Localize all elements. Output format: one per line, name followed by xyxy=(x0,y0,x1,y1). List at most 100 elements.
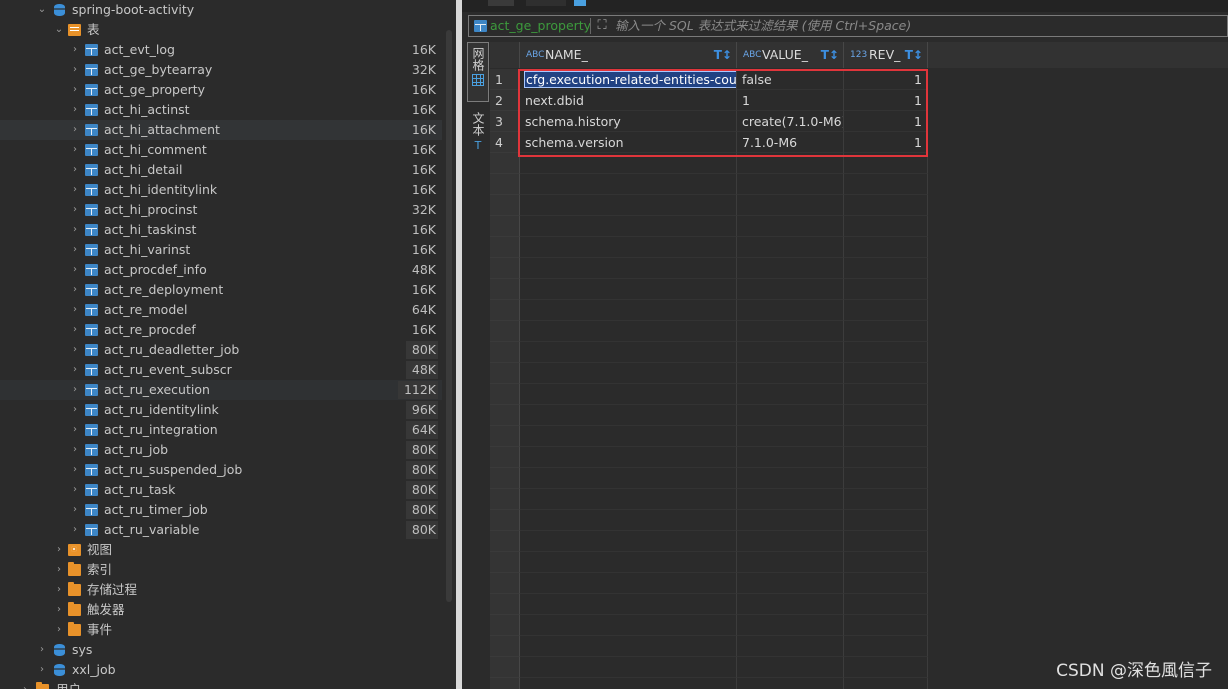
chevron-right-icon[interactable]: › xyxy=(70,380,80,400)
chevron-right-icon[interactable]: › xyxy=(54,620,64,640)
tree-item-table[interactable]: › act_ru_timer_job 80K xyxy=(0,500,442,520)
chevron-right-icon[interactable]: › xyxy=(20,680,30,689)
chevron-right-icon[interactable]: › xyxy=(70,400,80,420)
row-number[interactable]: 3 xyxy=(490,111,520,132)
properties-tab-fragment[interactable] xyxy=(488,0,514,6)
column-filter-sort-icon[interactable]: T↕ xyxy=(714,42,732,68)
cell-rev[interactable]: 1 xyxy=(844,132,928,153)
table-row[interactable]: 3 schema.history create(7.1.0-M6) 1 xyxy=(490,111,1228,132)
chevron-right-icon[interactable]: › xyxy=(70,220,80,240)
chevron-right-icon[interactable]: › xyxy=(54,540,64,560)
row-number[interactable]: 2 xyxy=(490,90,520,111)
chevron-right-icon[interactable]: › xyxy=(70,80,80,100)
tree-item-folder[interactable]: › 索引 xyxy=(0,560,442,580)
chevron-right-icon[interactable]: › xyxy=(70,460,80,480)
row-number[interactable] xyxy=(490,153,520,174)
row-number[interactable] xyxy=(490,594,520,615)
filter-input[interactable]: 输入一个 SQL 表达式来过滤结果 (使用 Ctrl+Space) xyxy=(615,16,911,36)
navigator-scrollbar[interactable] xyxy=(446,30,452,602)
table-row[interactable]: 1 cfg.execution-related-entities-count fal… xyxy=(490,69,1228,90)
chevron-right-icon[interactable]: › xyxy=(37,660,47,680)
row-number[interactable] xyxy=(490,300,520,321)
tree-item-table[interactable]: › act_ru_integration 64K xyxy=(0,420,442,440)
row-number[interactable] xyxy=(490,636,520,657)
row-number[interactable] xyxy=(490,321,520,342)
row-number[interactable]: 1 xyxy=(490,69,520,90)
tree-item-table[interactable]: › act_hi_detail 16K xyxy=(0,160,442,180)
tree-item-table[interactable]: › act_evt_log 16K xyxy=(0,40,442,60)
row-number[interactable] xyxy=(490,405,520,426)
tree-item-table[interactable]: › act_hi_comment 16K xyxy=(0,140,442,160)
chevron-right-icon[interactable]: › xyxy=(70,60,80,80)
row-number[interactable] xyxy=(490,237,520,258)
row-number[interactable] xyxy=(490,174,520,195)
table-row[interactable]: 2 next.dbid 1 1 xyxy=(490,90,1228,111)
tree-item-table[interactable]: › act_hi_taskinst 16K xyxy=(0,220,442,240)
row-number[interactable] xyxy=(490,447,520,468)
tree-item-table[interactable]: › act_ru_task 80K xyxy=(0,480,442,500)
tree-item-table[interactable]: › act_procdef_info 48K xyxy=(0,260,442,280)
row-number[interactable] xyxy=(490,258,520,279)
chevron-right-icon[interactable]: › xyxy=(54,580,64,600)
chevron-right-icon[interactable]: › xyxy=(70,420,80,440)
tree-item-table[interactable]: › act_hi_varinst 16K xyxy=(0,240,442,260)
chevron-down-icon[interactable]: ⌄ xyxy=(37,0,47,20)
filter-bar[interactable]: act_ge_property ⛶ 输入一个 SQL 表达式来过滤结果 (使用 … xyxy=(468,15,1228,37)
tree-item-table[interactable]: › act_ru_execution 112K xyxy=(0,380,442,400)
chevron-right-icon[interactable]: › xyxy=(70,300,80,320)
chevron-right-icon[interactable]: › xyxy=(70,200,80,220)
tree-item-table[interactable]: › act_ru_deadletter_job 80K xyxy=(0,340,442,360)
tree-item-folder[interactable]: › 视图 xyxy=(0,540,442,560)
row-number[interactable] xyxy=(490,678,520,689)
chevron-right-icon[interactable]: › xyxy=(70,340,80,360)
chevron-right-icon[interactable]: › xyxy=(70,240,80,260)
column-header-rev[interactable]: 123 REV_ T↕ xyxy=(844,42,928,68)
row-number[interactable] xyxy=(490,426,520,447)
chevron-right-icon[interactable]: › xyxy=(70,440,80,460)
row-number[interactable] xyxy=(490,510,520,531)
chevron-right-icon[interactable]: › xyxy=(70,500,80,520)
chevron-right-icon[interactable]: › xyxy=(70,40,80,60)
chevron-right-icon[interactable]: › xyxy=(70,360,80,380)
chevron-right-icon[interactable]: › xyxy=(70,280,80,300)
cell-rev[interactable]: 1 xyxy=(844,69,928,90)
tree-item-table[interactable]: › act_re_procdef 16K xyxy=(0,320,442,340)
tree-item-database[interactable]: › sys xyxy=(0,640,442,660)
tree-item-table[interactable]: › act_hi_actinst 16K xyxy=(0,100,442,120)
tree-item-table[interactable]: › act_hi_attachment 16K xyxy=(0,120,442,140)
tab-text[interactable]: 文本 T xyxy=(467,108,489,164)
row-number[interactable] xyxy=(490,657,520,678)
column-header-value[interactable]: ABC VALUE_ T↕ xyxy=(737,42,844,68)
row-number[interactable] xyxy=(490,216,520,237)
tree-item-tables-folder[interactable]: ⌄ 表 xyxy=(0,20,442,40)
column-filter-sort-icon[interactable]: T↕ xyxy=(821,42,839,68)
tree-item-table[interactable]: › act_re_deployment 16K xyxy=(0,280,442,300)
column-filter-sort-icon[interactable]: T↕ xyxy=(905,42,923,68)
tree-item-database[interactable]: ⌄ spring-boot-activity xyxy=(0,0,442,20)
row-number[interactable] xyxy=(490,552,520,573)
chevron-right-icon[interactable]: › xyxy=(70,160,80,180)
cell-name[interactable]: schema.version xyxy=(520,132,737,153)
tree-item-users[interactable]: › 用户 xyxy=(0,680,442,689)
row-number[interactable] xyxy=(490,531,520,552)
row-number[interactable] xyxy=(490,342,520,363)
row-number[interactable] xyxy=(490,363,520,384)
tree-item-table[interactable]: › act_ru_suspended_job 80K xyxy=(0,460,442,480)
row-number[interactable] xyxy=(490,468,520,489)
tree-item-database[interactable]: › xxl_job xyxy=(0,660,442,680)
cell-value[interactable]: create(7.1.0-M6) xyxy=(737,111,844,132)
chevron-right-icon[interactable]: › xyxy=(70,520,80,540)
chevron-right-icon[interactable]: › xyxy=(70,260,80,280)
chevron-right-icon[interactable]: › xyxy=(70,120,80,140)
row-number[interactable] xyxy=(490,384,520,405)
chevron-right-icon[interactable]: › xyxy=(54,560,64,580)
tree-item-table[interactable]: › act_ge_property 16K xyxy=(0,80,442,100)
column-header-name[interactable]: ABC NAME_ T↕ xyxy=(520,42,737,68)
chevron-right-icon[interactable]: › xyxy=(70,100,80,120)
chevron-right-icon[interactable]: › xyxy=(70,480,80,500)
tree-item-folder[interactable]: › 触发器 xyxy=(0,600,442,620)
tree-item-table[interactable]: › act_re_model 64K xyxy=(0,300,442,320)
row-number[interactable] xyxy=(490,615,520,636)
er-diagram-tab-icon[interactable] xyxy=(574,0,586,6)
tree-item-table[interactable]: › act_ru_job 80K xyxy=(0,440,442,460)
